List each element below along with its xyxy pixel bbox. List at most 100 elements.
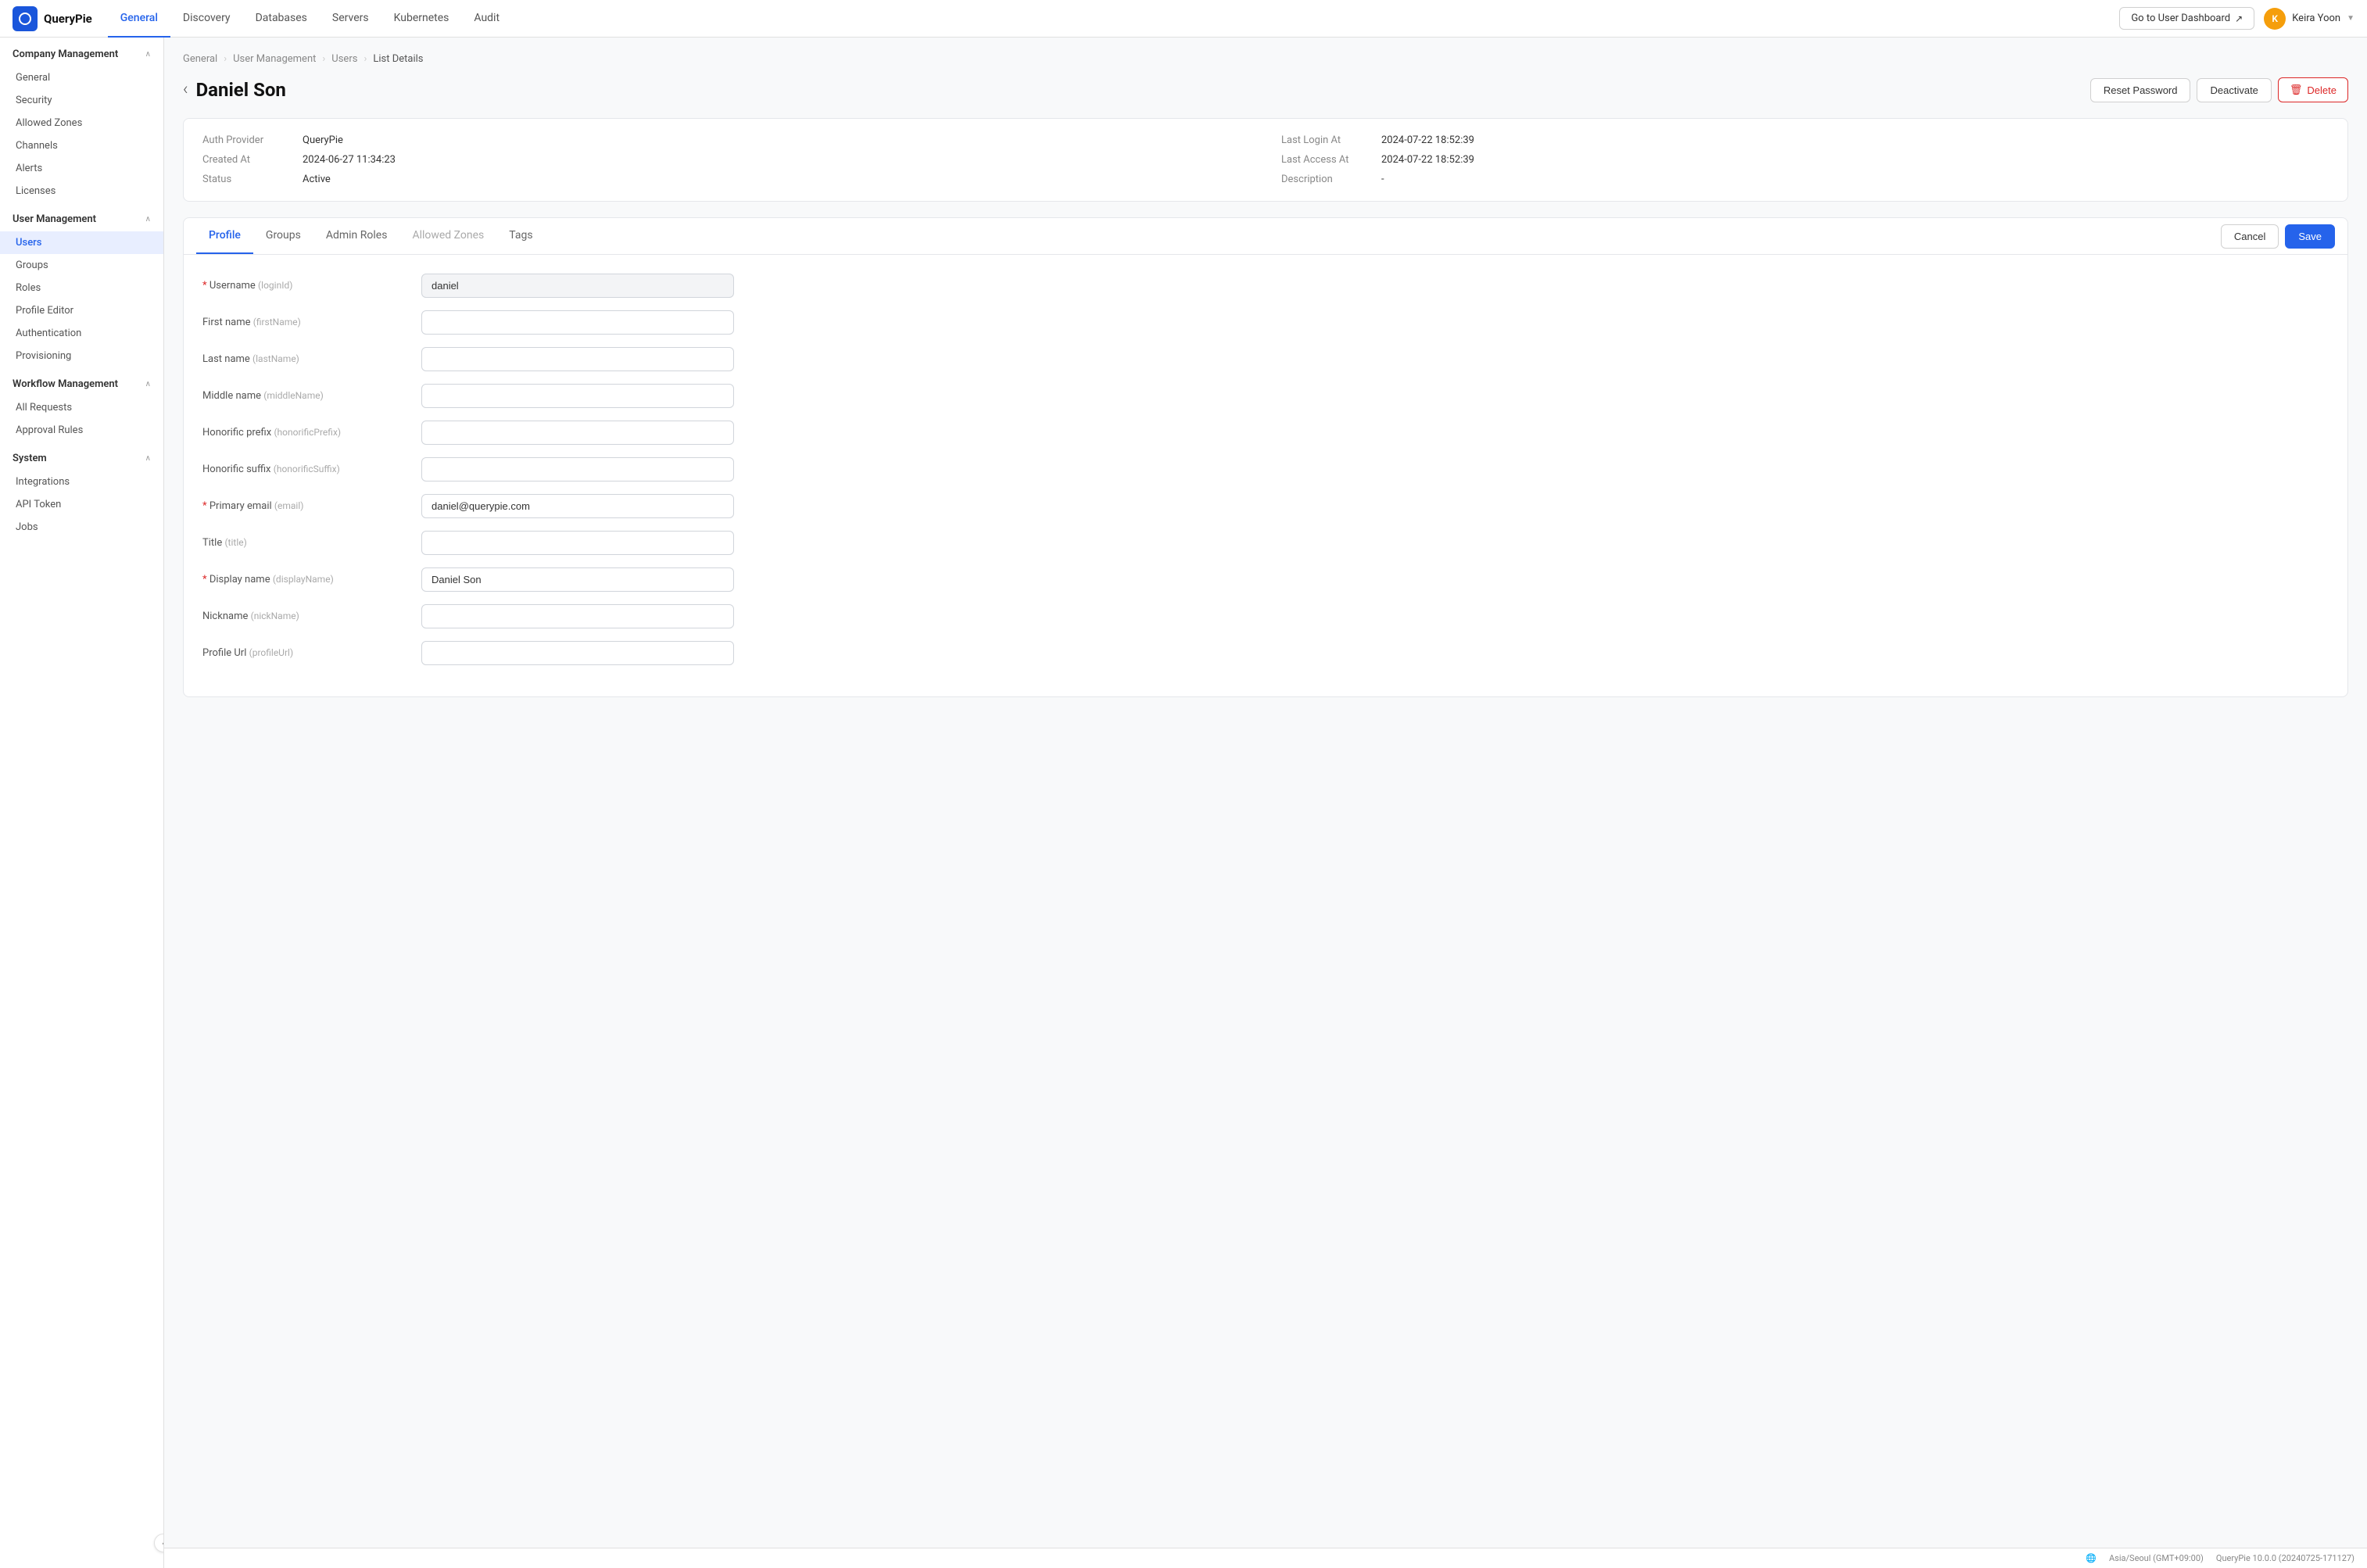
display-name-input[interactable] — [421, 567, 734, 592]
nav-tab-databases[interactable]: Databases — [243, 0, 320, 38]
chevron-up-icon: ∧ — [145, 50, 151, 59]
main-content: General › User Management › Users › List… — [164, 38, 2367, 1568]
breadcrumb-users[interactable]: Users — [331, 53, 357, 65]
sidebar-section-system: System ∧ Integrations API Token Jobs — [0, 442, 163, 539]
breadcrumb-user-management[interactable]: User Management — [233, 53, 316, 65]
sidebar-item-security[interactable]: Security — [0, 89, 163, 112]
sidebar-item-alerts[interactable]: Alerts — [0, 157, 163, 180]
info-row-description: Description - — [1281, 174, 2329, 185]
created-at-label: Created At — [202, 154, 296, 166]
sidebar-item-general[interactable]: General — [0, 66, 163, 89]
tabs-list: Profile Groups Admin Roles Allowed Zones — [196, 218, 546, 254]
nav-right: Go to User Dashboard ↗ K Keira Yoon ▼ — [2119, 7, 2354, 30]
middle-name-input[interactable] — [421, 384, 734, 408]
sidebar-item-profile-editor[interactable]: Profile Editor — [0, 299, 163, 322]
breadcrumb-sep-2: › — [322, 53, 325, 65]
sidebar-item-licenses[interactable]: Licenses — [0, 180, 163, 202]
sidebar-item-roles[interactable]: Roles — [0, 277, 163, 299]
form-body: * Username (loginId) First name (firstNa… — [184, 255, 2347, 696]
auth-provider-label: Auth Provider — [202, 134, 296, 146]
user-menu[interactable]: K Keira Yoon ▼ — [2264, 8, 2354, 30]
back-button[interactable]: ‹ — [183, 81, 188, 98]
breadcrumb-general[interactable]: General — [183, 53, 217, 65]
page-title-area: ‹ Daniel Son — [183, 79, 286, 101]
tab-groups[interactable]: Groups — [253, 218, 313, 254]
title-input[interactable] — [421, 531, 734, 555]
honorific-suffix-input[interactable] — [421, 457, 734, 481]
sidebar-item-api-token[interactable]: API Token — [0, 493, 163, 516]
nickname-input[interactable] — [421, 604, 734, 628]
nav-tab-general[interactable]: General — [108, 0, 170, 38]
reset-password-button[interactable]: Reset Password — [2090, 78, 2191, 102]
chevron-up-icon-user: ∧ — [145, 215, 151, 224]
nav-tab-servers[interactable]: Servers — [320, 0, 381, 38]
user-management-label: User Management — [13, 213, 96, 225]
description-value: - — [1381, 174, 1384, 185]
sidebar: Company Management ∧ General Security Al… — [0, 38, 164, 1568]
deactivate-button[interactable]: Deactivate — [2197, 78, 2271, 102]
breadcrumb-sep-3: › — [363, 53, 367, 65]
middle-name-label: Middle name (middleName) — [202, 390, 421, 402]
page-title: Daniel Son — [196, 79, 286, 101]
profile-url-label: Profile Url (profileUrl) — [202, 647, 421, 659]
last-login-label: Last Login At — [1281, 134, 1375, 146]
sidebar-item-approval-rules[interactable]: Approval Rules — [0, 419, 163, 442]
form-row-first-name: First name (firstName) — [202, 310, 2329, 335]
primary-email-input[interactable] — [421, 494, 734, 518]
sidebar-section-header-workflow[interactable]: Workflow Management ∧ — [0, 367, 163, 396]
version: QueryPie 10.0.0 (20240725-171127) — [2216, 1553, 2354, 1563]
delete-button[interactable]: 🗑 Delete — [2278, 77, 2348, 102]
sidebar-item-all-requests[interactable]: All Requests — [0, 396, 163, 419]
app-name: QueryPie — [44, 12, 92, 26]
sidebar-item-jobs[interactable]: Jobs — [0, 516, 163, 539]
tab-profile[interactable]: Profile — [196, 218, 253, 254]
status-label: Status — [202, 174, 296, 185]
tab-tags[interactable]: Tags — [496, 218, 545, 254]
page-header: ‹ Daniel Son Reset Password Deactivate 🗑… — [183, 77, 2348, 102]
sidebar-item-users[interactable]: Users — [0, 231, 163, 254]
sidebar-section-header-company[interactable]: Company Management ∧ — [0, 38, 163, 66]
sidebar-item-groups[interactable]: Groups — [0, 254, 163, 277]
sidebar-item-authentication[interactable]: Authentication — [0, 322, 163, 345]
last-name-input[interactable] — [421, 347, 734, 371]
sidebar-section-header-user[interactable]: User Management ∧ — [0, 202, 163, 231]
first-name-input[interactable] — [421, 310, 734, 335]
main-inner: General › User Management › Users › List… — [164, 38, 2367, 1548]
external-link-icon: ↗ — [2235, 13, 2243, 24]
sidebar-item-integrations[interactable]: Integrations — [0, 471, 163, 493]
form-row-display-name: * Display name (displayName) — [202, 567, 2329, 592]
profile-url-input[interactable] — [421, 641, 734, 665]
sidebar-section-user: User Management ∧ Users Groups Roles Pro… — [0, 202, 163, 367]
sidebar-item-allowed-zones-company[interactable]: Allowed Zones — [0, 112, 163, 134]
tabs-header: Profile Groups Admin Roles Allowed Zones — [184, 218, 2347, 255]
title-label: Title (title) — [202, 537, 421, 549]
tabs-actions: Cancel Save — [2221, 224, 2335, 249]
top-nav: QueryPie General Discovery Databases Ser… — [0, 0, 2367, 38]
sidebar-collapse-button[interactable]: ‹ — [154, 1534, 164, 1552]
honorific-prefix-input[interactable] — [421, 421, 734, 445]
username-input[interactable] — [421, 274, 734, 298]
save-button[interactable]: Save — [2285, 224, 2335, 249]
display-name-label: * Display name (displayName) — [202, 574, 421, 585]
nav-tab-discovery[interactable]: Discovery — [170, 0, 243, 38]
tab-admin-roles[interactable]: Admin Roles — [313, 218, 400, 254]
sidebar-section-header-system[interactable]: System ∧ — [0, 442, 163, 471]
form-row-honorific-prefix: Honorific prefix (honorificPrefix) — [202, 421, 2329, 445]
form-row-primary-email: * Primary email (email) — [202, 494, 2329, 518]
nav-tab-audit[interactable]: Audit — [461, 0, 512, 38]
timezone: Asia/Seoul (GMT+09:00) — [2109, 1553, 2204, 1563]
timezone-icon: 🌐 — [2086, 1553, 2097, 1563]
form-row-nickname: Nickname (nickName) — [202, 604, 2329, 628]
nav-tab-kubernetes[interactable]: Kubernetes — [381, 0, 462, 38]
primary-email-label: * Primary email (email) — [202, 500, 421, 512]
logo[interactable] — [13, 6, 38, 31]
sidebar-item-channels[interactable]: Channels — [0, 134, 163, 157]
cancel-button[interactable]: Cancel — [2221, 224, 2279, 249]
nickname-label: Nickname (nickName) — [202, 610, 421, 622]
info-row-status: Status Active — [202, 174, 1250, 185]
sidebar-item-provisioning[interactable]: Provisioning — [0, 345, 163, 367]
last-access-value: 2024-07-22 18:52:39 — [1381, 154, 1474, 166]
created-at-value: 2024-06-27 11:34:23 — [303, 154, 396, 166]
goto-dashboard-button[interactable]: Go to User Dashboard ↗ — [2119, 7, 2254, 30]
form-row-middle-name: Middle name (middleName) — [202, 384, 2329, 408]
